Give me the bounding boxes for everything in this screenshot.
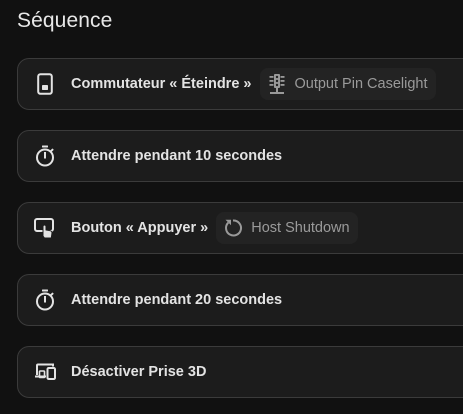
restart-icon: [222, 217, 244, 239]
sequence-step-device-off[interactable]: Désactiver Prise 3D: [17, 346, 463, 398]
entity-chip-label: Host Shutdown: [251, 220, 350, 236]
entity-chip-label: Output Pin Caselight: [294, 76, 428, 92]
step-label: Attendre pendant 10 secondes: [71, 148, 283, 164]
gesture-tap-button-icon: [34, 217, 56, 239]
sequence-step-delay-10[interactable]: Attendre pendant 10 secondes: [17, 130, 463, 182]
sequence-step-switch-off[interactable]: Commutateur « Éteindre » Output Pin Case…: [17, 58, 463, 110]
timer-icon: [34, 289, 56, 311]
step-label: Bouton « Appuyer »: [71, 220, 209, 236]
timer-icon: [34, 145, 56, 167]
sequence-step-button-press[interactable]: Bouton « Appuyer » Host Shutdown: [17, 202, 463, 254]
devices-icon: [34, 361, 56, 383]
entity-chip[interactable]: Output Pin Caselight: [259, 68, 436, 100]
light-switch-icon: [34, 73, 56, 95]
sequence-step-delay-20[interactable]: Attendre pendant 20 secondes: [17, 274, 463, 326]
traffic-light-icon: [266, 73, 288, 95]
step-label: Commutateur « Éteindre »: [71, 76, 252, 92]
sequence-title: Séquence: [17, 9, 113, 32]
step-label: Attendre pendant 20 secondes: [71, 292, 283, 308]
step-label: Désactiver Prise 3D: [71, 364, 207, 380]
entity-chip[interactable]: Host Shutdown: [216, 212, 358, 244]
